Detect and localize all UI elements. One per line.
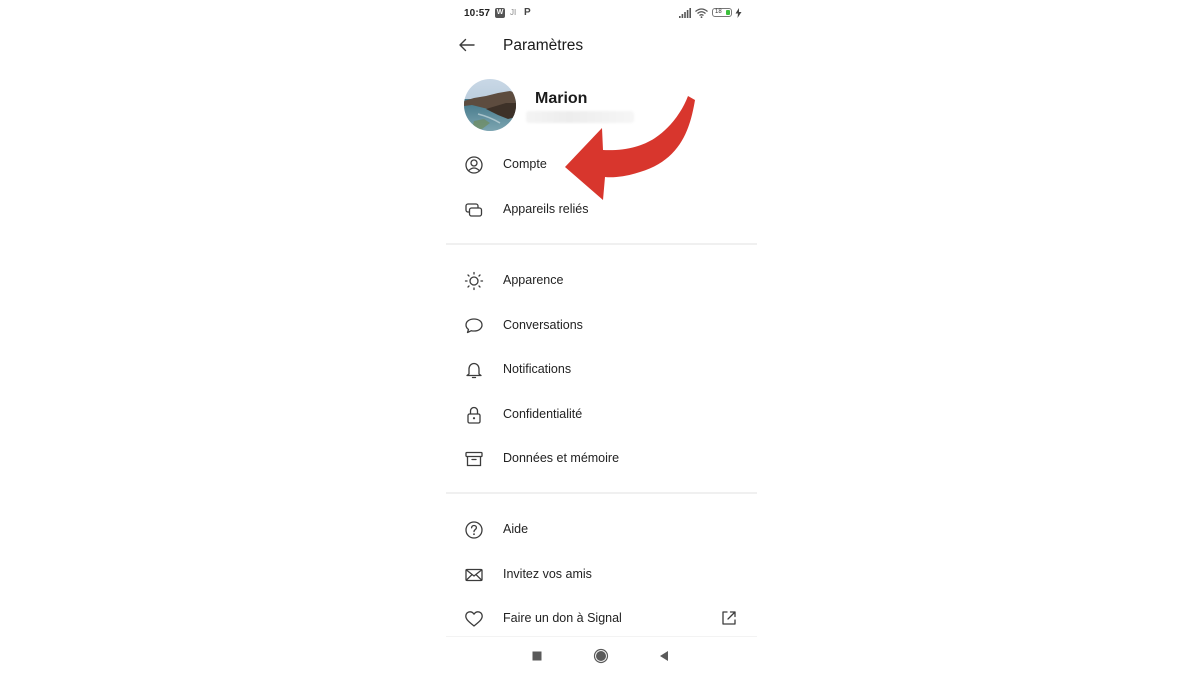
settings-item-notifications[interactable]: Notifications [446,348,757,392]
account-icon [464,155,484,175]
battery-level: 18 [715,9,722,15]
archive-icon [464,449,484,469]
linked-devices-icon [464,200,484,220]
section-divider [446,243,757,245]
system-navigation-bar [446,636,757,675]
bell-icon [464,360,484,380]
wifi-icon [695,8,708,18]
settings-item-help[interactable]: Aide [446,508,757,552]
page-title: Paramètres [503,37,584,54]
arrow-left-icon [459,38,475,52]
phone-screen: 10:57 W JI P 18 Paramètres Marion Compte… [446,0,757,675]
heart-icon [464,609,484,629]
settings-item-label: Données et mémoire [503,451,620,465]
avatar[interactable] [464,79,516,131]
settings-item-label: Confidentialité [503,407,583,421]
profile-name: Marion [535,90,588,107]
settings-item-label: Appareils reliés [503,202,589,216]
settings-item-linked-devices[interactable]: Appareils reliés [446,188,757,232]
settings-item-data-storage[interactable]: Données et mémoire [446,437,757,481]
w-app-icon: W [495,8,505,18]
sun-icon [464,271,484,291]
settings-item-label: Compte [503,157,547,171]
settings-item-privacy[interactable]: Confidentialité [446,393,757,437]
header: Paramètres [446,27,757,65]
settings-item-invite[interactable]: Invitez vos amis [446,553,757,597]
back-nav-button[interactable] [655,647,673,665]
circle-icon [593,648,609,664]
lock-icon [464,405,484,425]
charging-icon [735,8,742,18]
recents-button[interactable] [528,647,546,665]
profile-row[interactable]: Marion [446,76,757,136]
envelope-icon [464,565,484,585]
p-app-icon: P [524,7,531,18]
settings-item-label: Conversations [503,318,583,332]
settings-item-conversations[interactable]: Conversations [446,304,757,348]
settings-item-label: Invitez vos amis [503,567,592,581]
help-icon [464,520,484,540]
triangle-back-icon [660,651,668,661]
settings-item-account[interactable]: Compte [446,143,757,187]
status-time: 10:57 [464,8,491,19]
battery-fill [726,10,730,15]
external-link-icon [720,609,738,627]
settings-item-label: Faire un don à Signal [503,611,622,625]
settings-item-donate[interactable]: Faire un don à Signal [446,597,757,641]
ji-icon: JI [510,8,517,17]
status-bar: 10:57 W JI P 18 [446,0,757,27]
settings-item-label: Aide [503,522,529,536]
home-button[interactable] [592,647,610,665]
section-divider [446,492,757,494]
settings-item-label: Apparence [503,273,564,287]
chat-bubble-icon [464,316,484,336]
settings-item-appearance[interactable]: Apparence [446,259,757,303]
square-icon [532,651,542,661]
back-button[interactable] [456,34,478,56]
profile-phone-blurred [526,111,634,123]
battery-icon: 18 [712,8,732,17]
settings-item-label: Notifications [503,362,572,376]
signal-icon [679,8,691,18]
